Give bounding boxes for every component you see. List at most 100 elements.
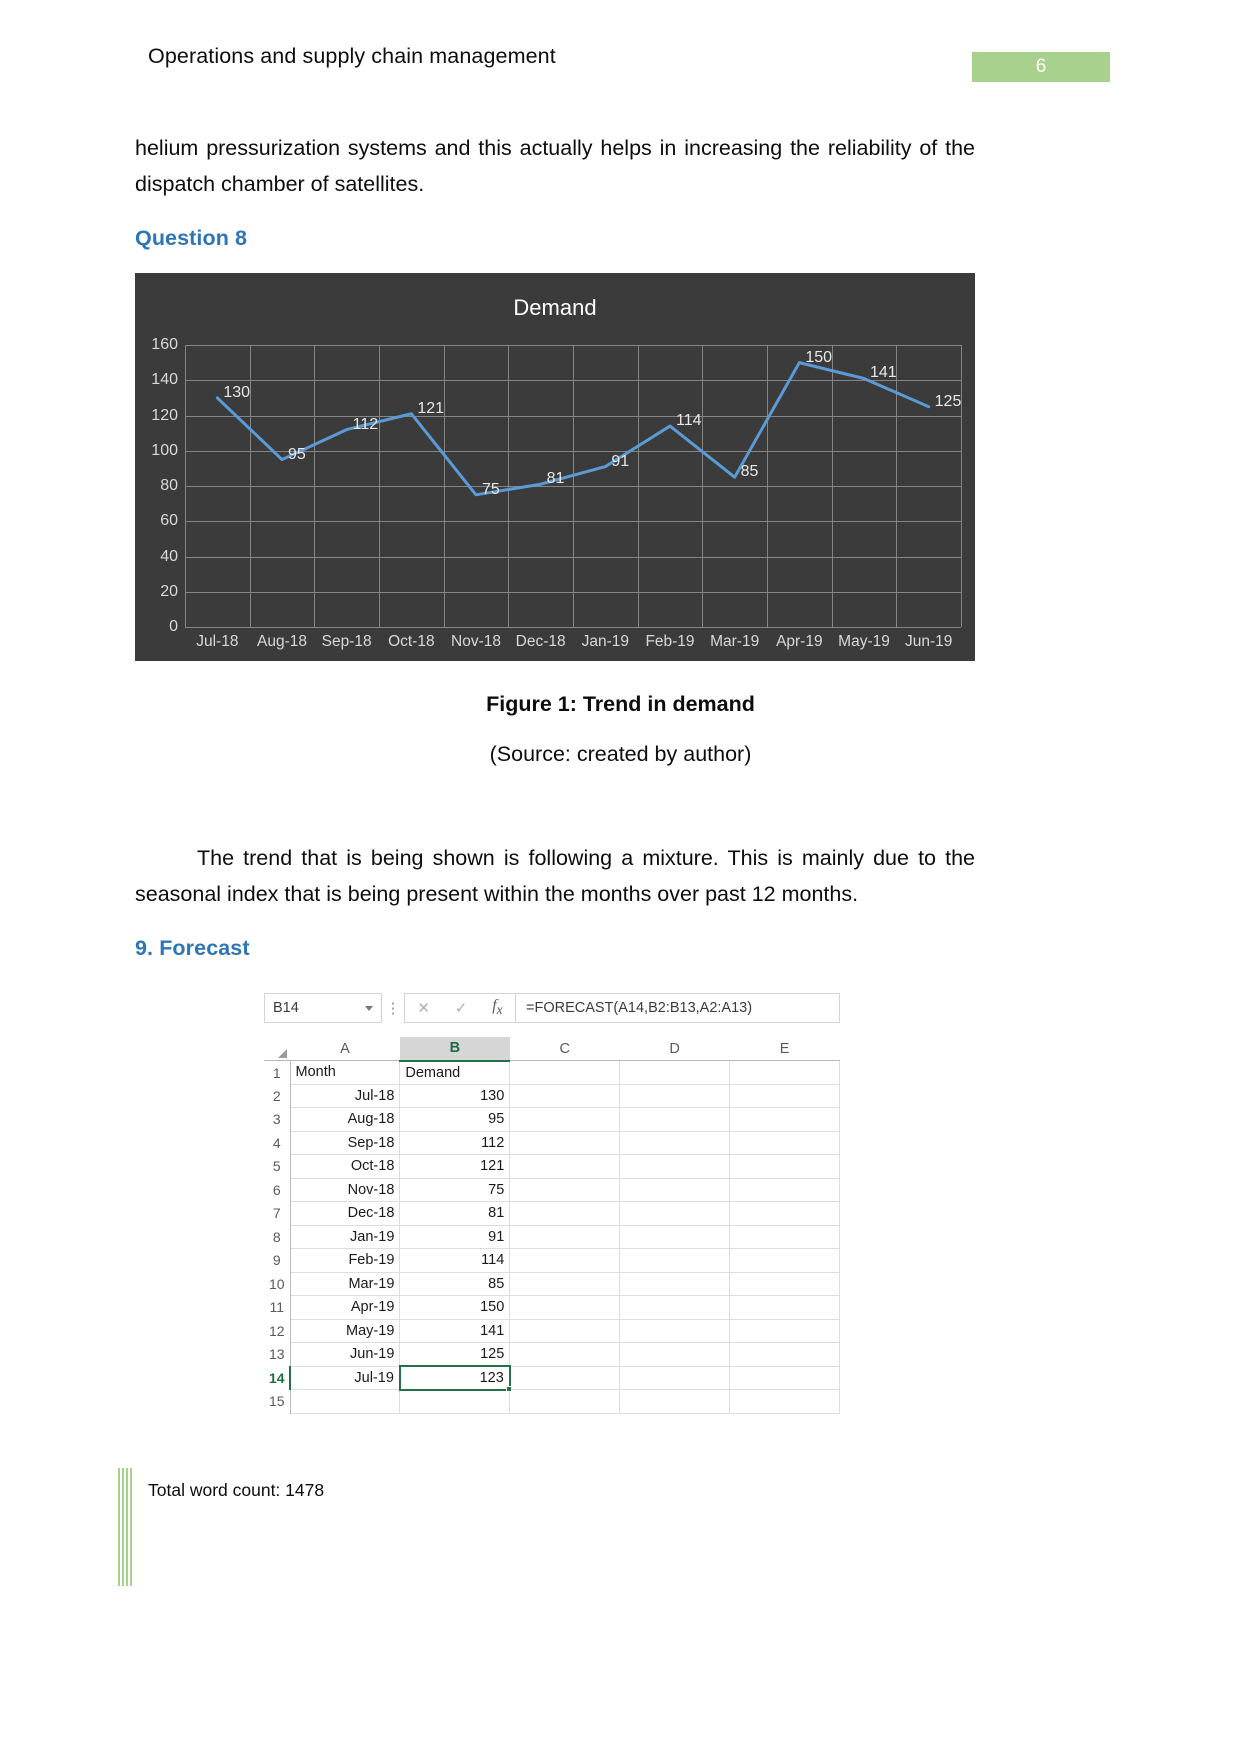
cell-column-d[interactable] — [619, 1272, 731, 1296]
cell-column-b[interactable]: 112 — [399, 1131, 511, 1155]
cell-column-c[interactable] — [509, 1248, 621, 1273]
cell-column-c[interactable] — [509, 1272, 621, 1296]
cell-column-e[interactable] — [729, 1201, 840, 1226]
cell-column-a[interactable]: Jul-18 — [290, 1084, 401, 1108]
row-header[interactable]: 14 — [264, 1366, 291, 1390]
cell-column-b[interactable]: 75 — [399, 1178, 511, 1202]
formula-input[interactable]: =FORECAST(A14,B2:B13,A2:A13) — [516, 993, 840, 1023]
fill-handle[interactable] — [505, 1385, 512, 1392]
column-header-e[interactable]: E — [729, 1037, 840, 1061]
cell-column-d[interactable] — [619, 1225, 731, 1249]
cell-column-c[interactable] — [509, 1295, 621, 1320]
column-header-d[interactable]: D — [619, 1037, 730, 1061]
row-header[interactable]: 12 — [264, 1319, 291, 1343]
more-options-icon[interactable]: ⋮ — [382, 993, 404, 1023]
cell-column-d[interactable] — [619, 1131, 731, 1155]
cell-selected-b14[interactable]: 123 — [398, 1365, 512, 1392]
cell-column-a[interactable]: Feb-19 — [290, 1248, 401, 1273]
cell-column-c[interactable] — [509, 1225, 621, 1249]
cell-column-d[interactable] — [619, 1342, 731, 1367]
column-header-a[interactable]: A — [290, 1037, 400, 1061]
cell-column-e[interactable] — [729, 1248, 840, 1273]
cell-column-d[interactable] — [619, 1295, 731, 1320]
cell-column-a[interactable]: Jul-19 — [290, 1366, 401, 1390]
row-header[interactable]: 1 — [264, 1060, 291, 1084]
cell-column-e[interactable] — [729, 1389, 840, 1414]
check-icon[interactable]: ✓ — [455, 999, 468, 1017]
cell-column-e[interactable] — [729, 1154, 840, 1179]
cell-column-d[interactable] — [619, 1366, 731, 1390]
column-header-b[interactable]: B — [399, 1037, 510, 1062]
cell-column-c[interactable] — [509, 1319, 621, 1343]
cell-column-c[interactable] — [509, 1060, 621, 1085]
cell-column-a[interactable]: Oct-18 — [290, 1154, 401, 1179]
cell-column-e[interactable] — [729, 1225, 840, 1249]
cell-column-e[interactable] — [729, 1084, 840, 1108]
cell-column-b[interactable]: 85 — [399, 1272, 511, 1296]
cell-column-d[interactable] — [619, 1248, 731, 1273]
row-header[interactable]: 6 — [264, 1178, 291, 1202]
row-header[interactable]: 11 — [264, 1295, 291, 1319]
row-header[interactable]: 13 — [264, 1342, 291, 1366]
row-header[interactable]: 5 — [264, 1154, 291, 1178]
cell-column-b[interactable]: 81 — [399, 1201, 511, 1226]
cell-column-b[interactable]: 95 — [399, 1107, 511, 1132]
row-header[interactable]: 4 — [264, 1131, 291, 1155]
row-header[interactable]: 2 — [264, 1084, 291, 1108]
select-all-corner[interactable] — [264, 1037, 290, 1061]
cell-column-e[interactable] — [729, 1060, 840, 1085]
cell-column-c[interactable] — [509, 1366, 621, 1390]
cell-column-e[interactable] — [729, 1131, 840, 1155]
cell-column-d[interactable] — [619, 1107, 731, 1132]
cell-column-b[interactable] — [399, 1389, 511, 1414]
close-icon[interactable]: ✕ — [417, 999, 430, 1017]
cell-column-d[interactable] — [619, 1178, 731, 1202]
cell-column-b[interactable]: 121 — [399, 1154, 511, 1179]
cell-column-e[interactable] — [729, 1342, 840, 1367]
cell-column-e[interactable] — [729, 1319, 840, 1343]
cell-column-c[interactable] — [509, 1342, 621, 1367]
cell-column-b[interactable]: 91 — [399, 1225, 511, 1249]
cell-column-d[interactable] — [619, 1201, 731, 1226]
row-header[interactable]: 8 — [264, 1225, 291, 1249]
cell-column-d[interactable] — [619, 1060, 731, 1085]
name-box[interactable]: B14 — [264, 993, 382, 1023]
cell-column-a[interactable]: Aug-18 — [290, 1107, 401, 1132]
row-header[interactable]: 15 — [264, 1389, 291, 1413]
fx-icon[interactable]: fx — [492, 997, 502, 1018]
cell-column-a[interactable]: Mar-19 — [290, 1272, 401, 1296]
cell-column-e[interactable] — [729, 1107, 840, 1132]
cell-column-b[interactable]: Demand — [399, 1060, 511, 1085]
row-header[interactable]: 9 — [264, 1248, 291, 1272]
cell-column-d[interactable] — [619, 1084, 731, 1108]
cell-column-a[interactable]: Nov-18 — [290, 1178, 401, 1202]
cell-column-d[interactable] — [619, 1319, 731, 1343]
cell-column-a[interactable]: Month — [290, 1060, 401, 1085]
cell-column-c[interactable] — [509, 1389, 621, 1414]
cell-column-a[interactable]: Apr-19 — [290, 1295, 401, 1320]
cell-column-a[interactable] — [290, 1389, 401, 1414]
cell-column-a[interactable]: Sep-18 — [290, 1131, 401, 1155]
cell-column-c[interactable] — [509, 1154, 621, 1179]
cell-column-b[interactable]: 130 — [399, 1084, 511, 1108]
cell-column-b[interactable]: 141 — [399, 1319, 511, 1343]
cell-column-a[interactable]: Jan-19 — [290, 1225, 401, 1249]
cell-column-e[interactable] — [729, 1295, 840, 1320]
cell-column-a[interactable]: Jun-19 — [290, 1342, 401, 1367]
cell-column-a[interactable]: Dec-18 — [290, 1201, 401, 1226]
row-header[interactable]: 3 — [264, 1107, 291, 1131]
cell-column-c[interactable] — [509, 1201, 621, 1226]
row-header[interactable]: 10 — [264, 1272, 291, 1296]
row-header[interactable]: 7 — [264, 1201, 291, 1225]
cell-column-d[interactable] — [619, 1154, 731, 1179]
cell-column-e[interactable] — [729, 1178, 840, 1202]
column-header-c[interactable]: C — [509, 1037, 620, 1061]
cell-column-e[interactable] — [729, 1366, 840, 1390]
cell-column-b[interactable]: 125 — [399, 1342, 511, 1367]
cell-column-b[interactable]: 114 — [399, 1248, 511, 1273]
cell-column-c[interactable] — [509, 1084, 621, 1108]
cell-column-c[interactable] — [509, 1131, 621, 1155]
cell-column-d[interactable] — [619, 1389, 731, 1414]
cell-column-e[interactable] — [729, 1272, 840, 1296]
cell-column-c[interactable] — [509, 1178, 621, 1202]
